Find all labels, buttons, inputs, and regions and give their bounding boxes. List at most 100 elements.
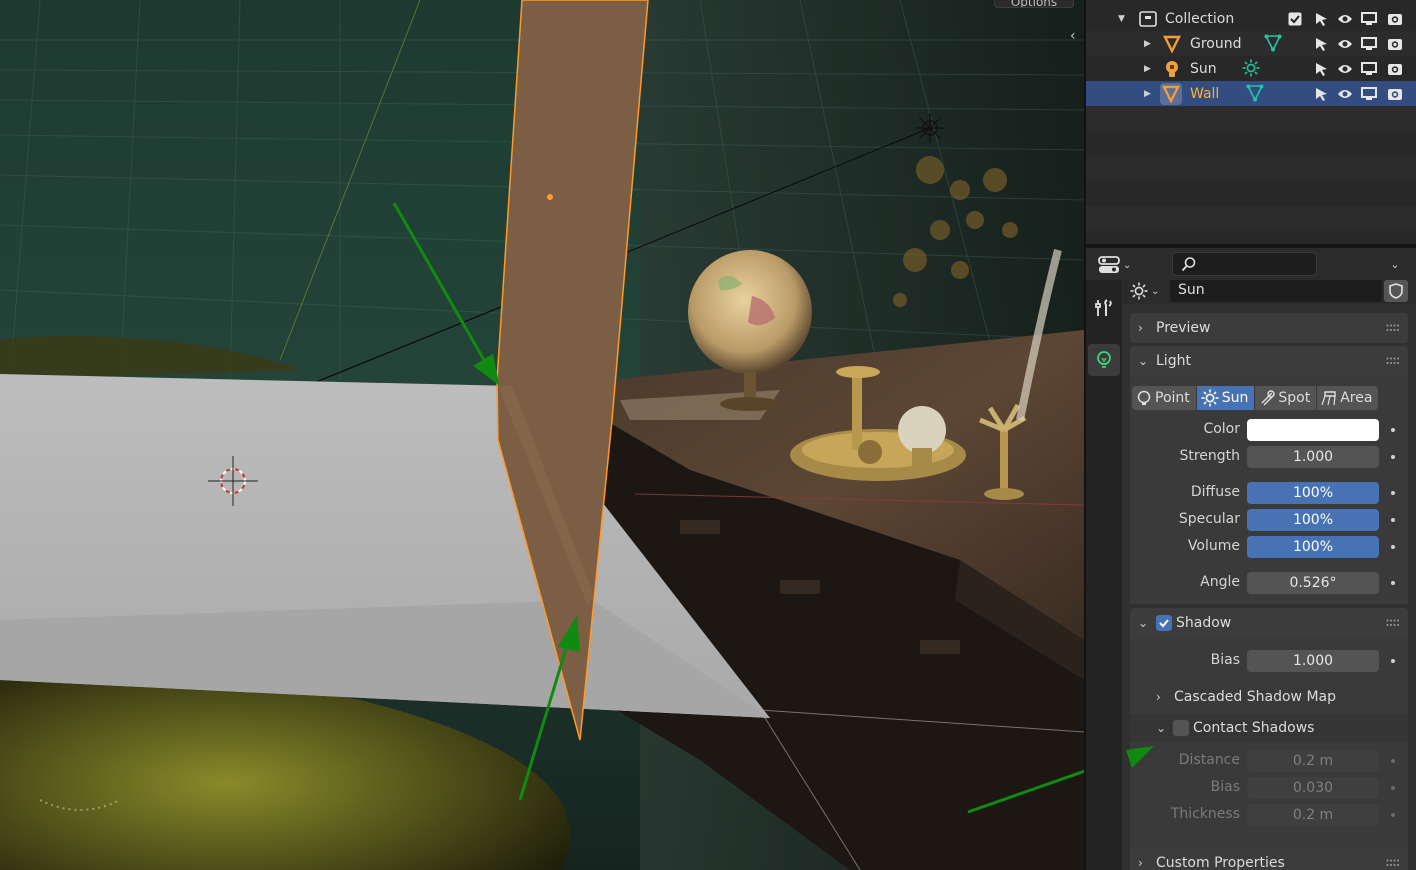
camera-icon[interactable] bbox=[1386, 35, 1404, 53]
keyframe-dot-icon[interactable] bbox=[1391, 813, 1395, 817]
panel-title: Shadow bbox=[1176, 615, 1232, 631]
angle-field[interactable]: 0.526° bbox=[1247, 572, 1379, 594]
outliner-row-label: Sun bbox=[1190, 60, 1217, 77]
camera-icon[interactable] bbox=[1386, 10, 1404, 28]
viewport-options-button[interactable]: Options bbox=[994, 0, 1074, 8]
monitor-icon[interactable] bbox=[1360, 10, 1378, 28]
subpanel-title: Contact Shadows bbox=[1193, 720, 1315, 736]
select-arrow-icon[interactable] bbox=[1312, 60, 1330, 78]
drag-grip-icon[interactable] bbox=[1386, 619, 1400, 627]
select-arrow-icon[interactable] bbox=[1312, 85, 1330, 103]
contact-distance-field[interactable]: 0.2 m bbox=[1247, 750, 1379, 772]
light-type-selector: Point Sun Spot Area bbox=[1132, 386, 1379, 410]
monitor-icon[interactable] bbox=[1360, 85, 1378, 103]
properties-header: ⌄ ⌄ bbox=[1086, 248, 1416, 280]
subpanel-contact-shadows-header[interactable]: ⌄ Contact Shadows bbox=[1130, 714, 1408, 742]
contact-thickness-field[interactable]: 0.2 m bbox=[1247, 804, 1379, 826]
mesh-data-icon[interactable] bbox=[1264, 34, 1284, 54]
editor-type-button[interactable]: ⌄ bbox=[1098, 254, 1134, 276]
contact-bias-field[interactable]: 0.030 bbox=[1247, 777, 1379, 799]
prop-label: Strength bbox=[1179, 448, 1240, 464]
eye-icon[interactable] bbox=[1336, 60, 1354, 78]
outliner-empty-row bbox=[1086, 156, 1416, 181]
datablock-name-field[interactable]: Sun bbox=[1170, 280, 1382, 302]
light-datablock-browse[interactable]: ⌄ bbox=[1130, 281, 1166, 301]
camera-icon[interactable] bbox=[1386, 85, 1404, 103]
search-field[interactable] bbox=[1172, 252, 1317, 276]
light-type-area[interactable]: Area bbox=[1317, 386, 1379, 410]
prop-label: Volume bbox=[1187, 538, 1240, 554]
outliner: ▼ Collection ▶ Ground ▶ Sun ▶ Wall bbox=[1086, 0, 1416, 244]
light-type-point[interactable]: Point bbox=[1132, 386, 1197, 410]
select-arrow-icon[interactable] bbox=[1312, 35, 1330, 53]
3d-viewport[interactable]: Options ‹ bbox=[0, 0, 1084, 870]
eye-icon[interactable] bbox=[1336, 85, 1354, 103]
shadow-bias-field[interactable]: 1.000 bbox=[1247, 650, 1379, 672]
outliner-row-ground[interactable]: ▶ Ground bbox=[1086, 31, 1416, 56]
subpanel-cascaded-shadow-map-header[interactable]: › Cascaded Shadow Map bbox=[1130, 683, 1408, 711]
keyframe-dot-icon[interactable] bbox=[1391, 455, 1395, 459]
tab-object-data-light[interactable] bbox=[1088, 344, 1120, 376]
outliner-row-label: Ground bbox=[1190, 35, 1242, 52]
viewport-scene bbox=[0, 0, 1084, 870]
panel-light-header[interactable]: ⌄ Light bbox=[1130, 346, 1408, 376]
tab-tool[interactable] bbox=[1088, 292, 1120, 324]
color-swatch[interactable] bbox=[1247, 419, 1379, 441]
keyframe-dot-icon[interactable] bbox=[1391, 581, 1395, 585]
panel-title: Custom Properties bbox=[1156, 855, 1285, 870]
shield-icon bbox=[1389, 283, 1403, 299]
prop-label: Diffuse bbox=[1190, 484, 1240, 500]
keyframe-dot-icon[interactable] bbox=[1391, 491, 1395, 495]
outliner-row-sun[interactable]: ▶ Sun bbox=[1086, 56, 1416, 81]
panel-preview-header[interactable]: › Preview bbox=[1130, 313, 1408, 343]
eye-icon[interactable] bbox=[1336, 35, 1354, 53]
drag-grip-icon[interactable] bbox=[1386, 324, 1400, 332]
sun-icon bbox=[1201, 389, 1219, 407]
options-dropdown[interactable]: ⌄ bbox=[1382, 254, 1408, 274]
collapse-triangle-icon[interactable]: ▼ bbox=[1118, 14, 1125, 24]
keyframe-dot-icon[interactable] bbox=[1391, 518, 1395, 522]
panel-shadow-header[interactable]: ⌄ Shadow bbox=[1130, 608, 1408, 638]
light-type-sun[interactable]: Sun bbox=[1196, 386, 1256, 410]
volume-slider[interactable]: 100% bbox=[1247, 536, 1379, 558]
collection-icon bbox=[1138, 9, 1158, 29]
monitor-icon[interactable] bbox=[1360, 35, 1378, 53]
expand-triangle-icon[interactable]: ▶ bbox=[1144, 64, 1151, 74]
strength-field[interactable]: 1.000 bbox=[1247, 446, 1379, 468]
eye-icon[interactable] bbox=[1336, 10, 1354, 28]
wall-origin bbox=[547, 194, 553, 200]
light-type-spot[interactable]: Spot bbox=[1255, 386, 1318, 410]
prop-contact-distance: Distance 0.2 m bbox=[1130, 750, 1408, 772]
keyframe-dot-icon[interactable] bbox=[1391, 759, 1395, 763]
sidebar-toggle-icon[interactable]: ‹ bbox=[1070, 28, 1084, 48]
keyframe-dot-icon[interactable] bbox=[1391, 428, 1395, 432]
search-input[interactable] bbox=[1199, 255, 1309, 273]
shadow-checkbox[interactable] bbox=[1156, 615, 1172, 631]
mesh-data-icon[interactable] bbox=[1246, 84, 1266, 104]
sun-lamp-gizmo[interactable] bbox=[915, 113, 945, 143]
diffuse-slider[interactable]: 100% bbox=[1247, 482, 1379, 504]
sun-data-icon[interactable] bbox=[1242, 59, 1262, 79]
prop-contact-thickness: Thickness 0.2 m bbox=[1130, 804, 1408, 826]
panel-custom-properties-header[interactable]: › Custom Properties bbox=[1130, 848, 1408, 870]
contact-shadows-checkbox[interactable] bbox=[1173, 720, 1189, 736]
outliner-row-collection[interactable]: ▼ Collection bbox=[1086, 6, 1416, 31]
fake-user-button[interactable] bbox=[1384, 280, 1408, 302]
exclude-checkbox-icon[interactable] bbox=[1286, 10, 1304, 28]
chevron-right-icon: › bbox=[1156, 690, 1161, 704]
keyframe-dot-icon[interactable] bbox=[1391, 545, 1395, 549]
specular-slider[interactable]: 100% bbox=[1247, 509, 1379, 531]
expand-triangle-icon[interactable]: ▶ bbox=[1144, 39, 1151, 49]
keyframe-dot-icon[interactable] bbox=[1391, 786, 1395, 790]
drag-grip-icon[interactable] bbox=[1386, 859, 1400, 867]
camera-icon[interactable] bbox=[1386, 60, 1404, 78]
drag-grip-icon[interactable] bbox=[1386, 357, 1400, 365]
monitor-icon[interactable] bbox=[1360, 60, 1378, 78]
prop-shadow-bias: Bias 1.000 bbox=[1130, 650, 1408, 672]
panel-title: Light bbox=[1156, 353, 1191, 369]
keyframe-dot-icon[interactable] bbox=[1391, 659, 1395, 663]
select-arrow-icon[interactable] bbox=[1312, 10, 1330, 28]
mesh-object-icon bbox=[1162, 34, 1182, 54]
expand-triangle-icon[interactable]: ▶ bbox=[1144, 89, 1151, 99]
outliner-row-wall[interactable]: ▶ Wall bbox=[1086, 81, 1416, 106]
